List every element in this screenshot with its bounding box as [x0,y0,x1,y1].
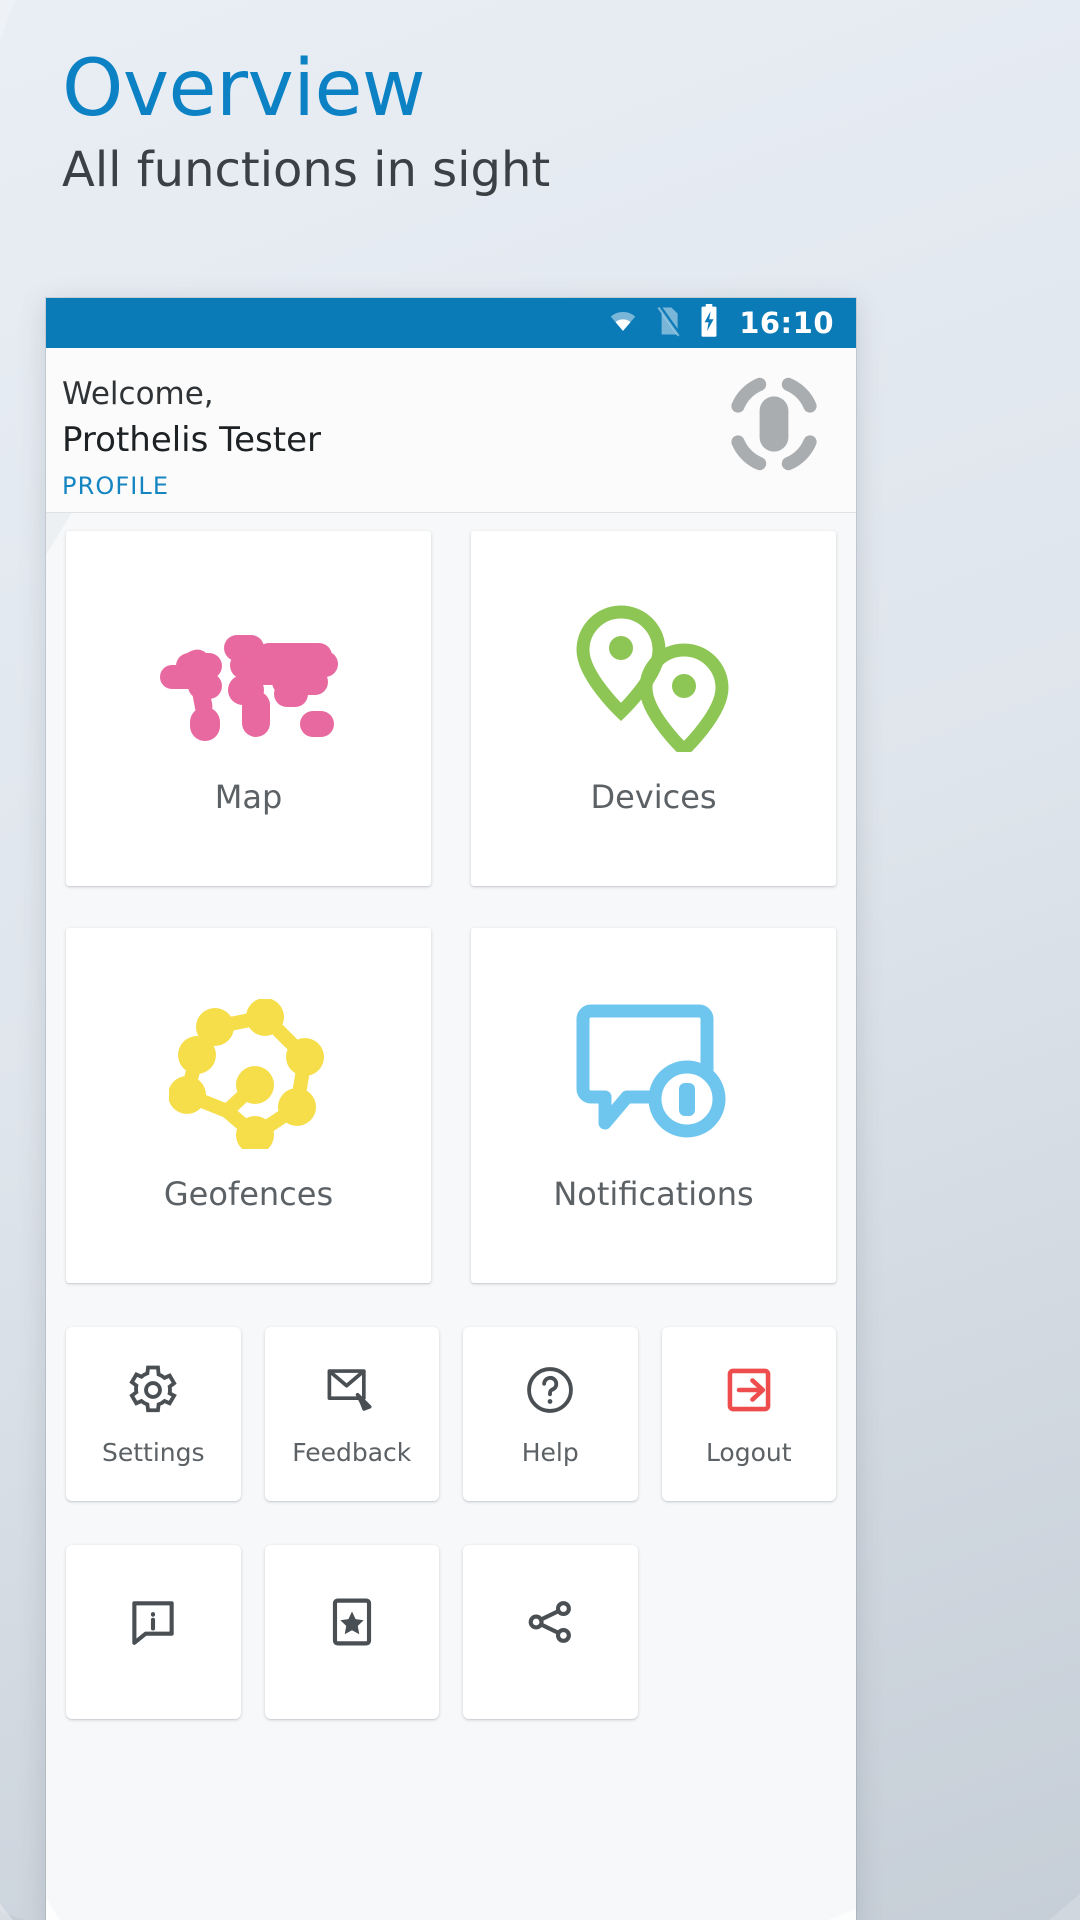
map-pins-icon [569,602,739,752]
page-subtitle: All functions in sight [62,141,551,198]
tile-label: Notifications [553,1174,754,1213]
primary-tile-row-1: Map Devices [66,531,836,886]
tile-label: Settings [101,1437,205,1467]
status-bar-clock: 16:10 [739,306,834,340]
primary-tile-row-2: Geofences Notifications [66,928,836,1283]
tile-devices[interactable]: Devices [471,531,836,886]
tile-label: Devices [590,777,717,816]
overview-promo-page: Overview All functions in sight 16:10 We… [0,0,1080,1920]
tile-geofences[interactable]: Geofences [66,928,431,1283]
row-spacer [66,886,836,928]
tile-rate[interactable] [264,1545,439,1719]
sim-card-off-icon [655,305,683,341]
tile-grid-container: Map Devices Geofences Notifications Sett… [46,513,856,1920]
share-icon [523,1594,577,1650]
tile-settings[interactable]: Settings [66,1327,241,1501]
avatar[interactable] [714,364,834,484]
tile-feedback[interactable]: Feedback [264,1327,439,1501]
geofence-icon [168,998,329,1149]
tile-info[interactable] [66,1545,241,1719]
notification-icon [569,999,739,1149]
tile-share[interactable] [463,1545,638,1719]
envelope-edit-icon [324,1362,380,1418]
status-bar: 16:10 [46,298,856,348]
rate-star-icon [328,1594,376,1650]
phone-screen: 16:10 Welcome, Prothelis Tester PROFILE [46,298,856,1920]
tile-label: Geofences [163,1174,334,1213]
hero-header: Overview All functions in sight [62,44,551,198]
world-map-icon [154,602,344,752]
secondary-tile-row: Settings Feedback Help Logout [66,1327,836,1501]
tile-label: Logout [705,1437,792,1467]
tile-label: Map [214,777,283,816]
tile-label: Help [521,1437,579,1467]
battery-charging-icon [697,304,721,342]
page-title: Overview [62,44,426,134]
welcome-bar: Welcome, Prothelis Tester PROFILE [46,348,856,513]
tile-logout[interactable]: Logout [661,1327,836,1501]
gear-icon [126,1362,180,1418]
question-circle-icon [523,1362,577,1418]
tile-label: Feedback [292,1437,412,1467]
info-bubble-icon [127,1594,179,1650]
logout-arrow-icon [723,1362,775,1418]
tertiary-tile-row [66,1545,836,1719]
wifi-icon [605,307,641,339]
tile-help[interactable]: Help [463,1327,638,1501]
tile-map[interactable]: Map [66,531,431,886]
tile-notifications[interactable]: Notifications [471,928,836,1283]
